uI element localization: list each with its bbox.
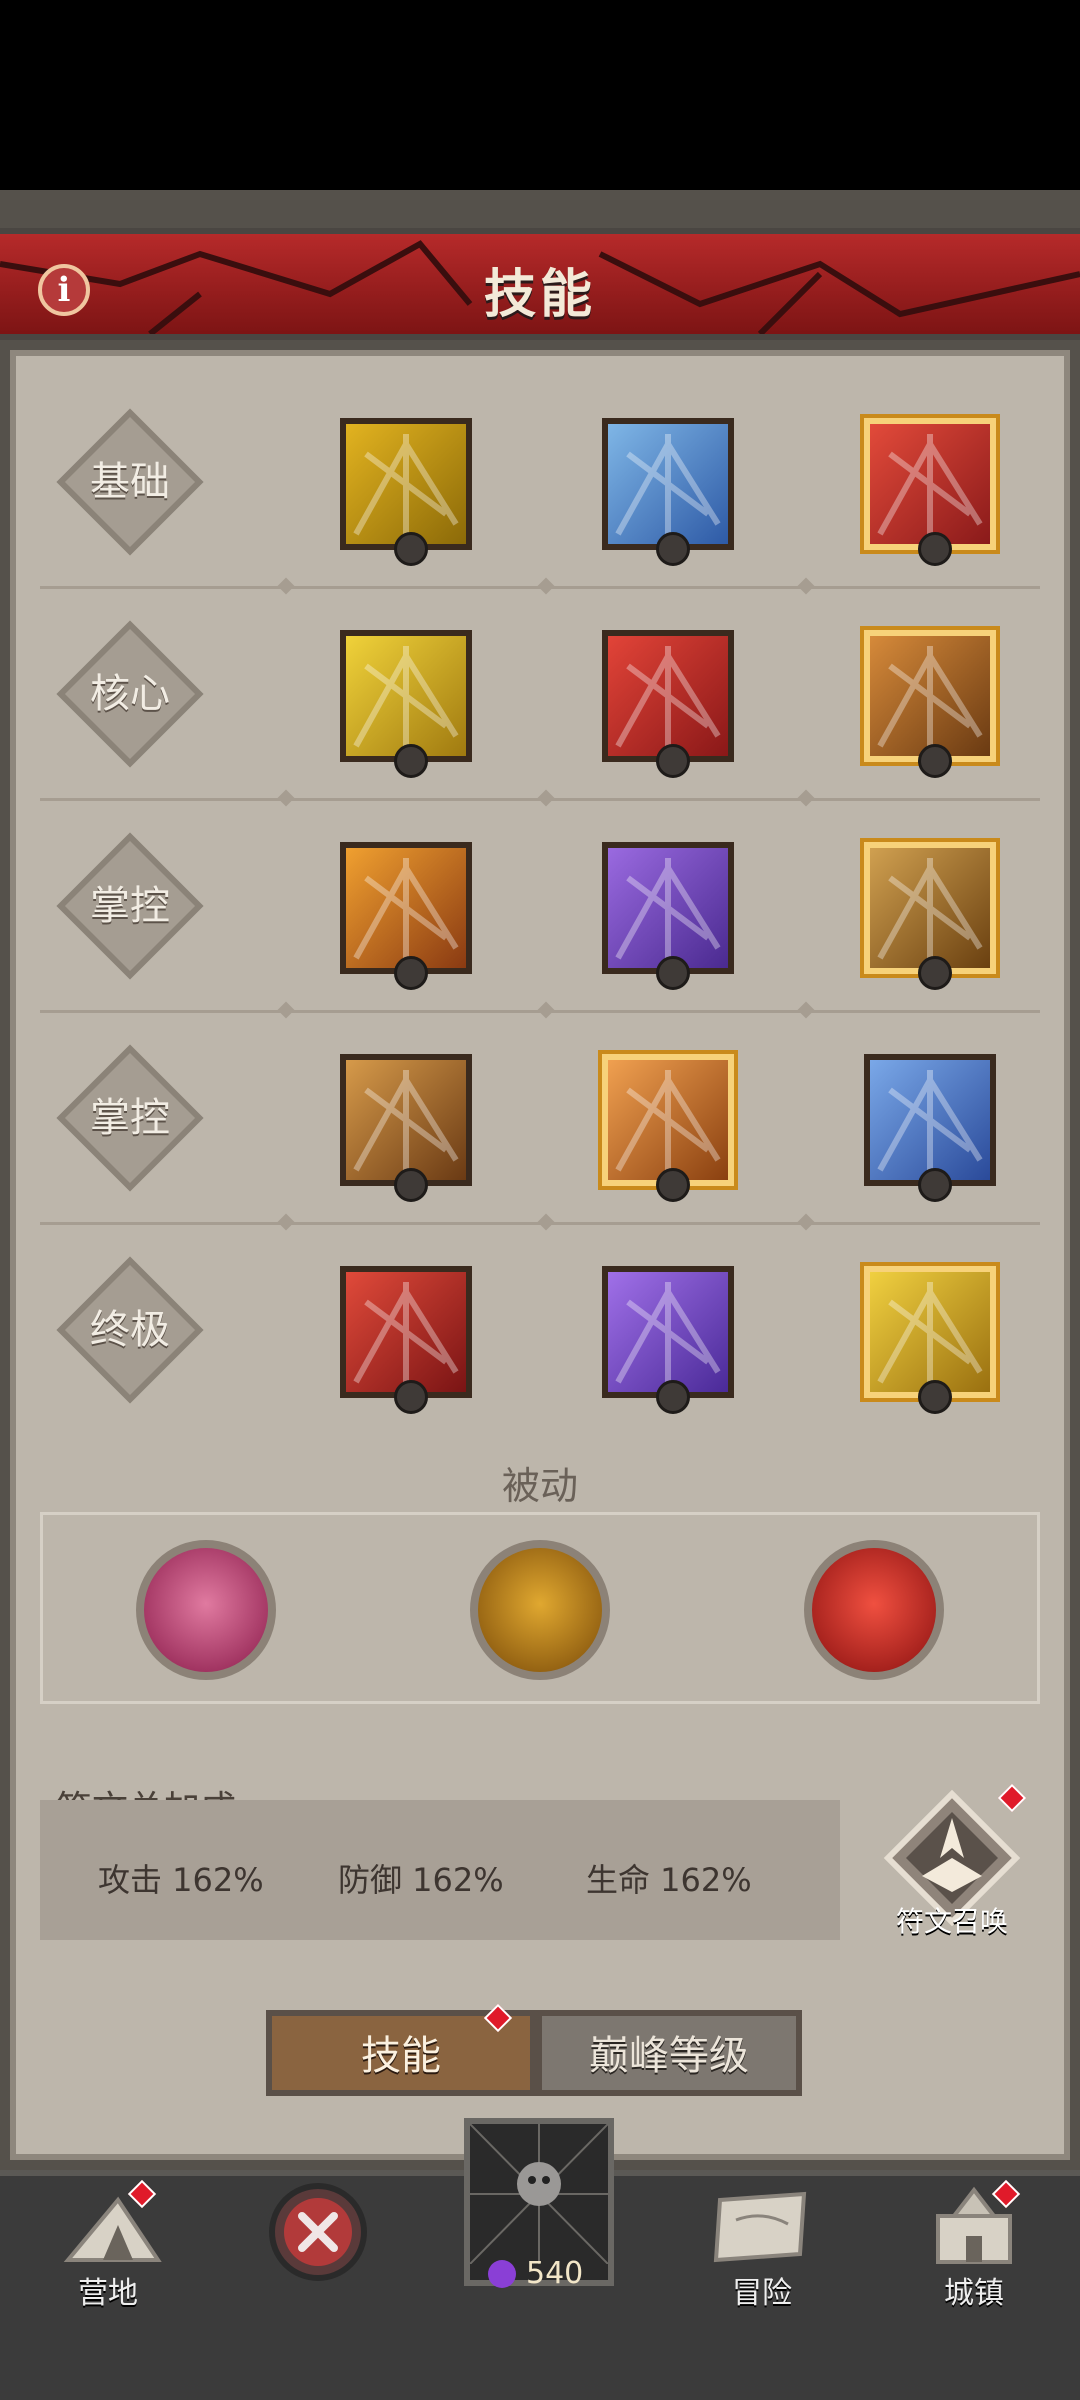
- rune-socket-icon: [394, 532, 428, 566]
- demon-icon: [608, 1272, 728, 1392]
- skill-slot[interactable]: [340, 630, 472, 778]
- row-label-text: 核心: [90, 671, 170, 717]
- earth-spike-icon: [870, 848, 990, 968]
- row-divider: [40, 1213, 1040, 1231]
- ground-slam-icon: [346, 1060, 466, 1180]
- nav-locked-button[interactable]: [258, 2182, 378, 2302]
- skill-slot[interactable]: [340, 1054, 472, 1202]
- rune-summon-label: 符文召唤: [895, 1905, 1008, 1938]
- rune-socket-icon: [656, 1168, 690, 1202]
- skill-slot[interactable]: [864, 1266, 996, 1414]
- skill-slot[interactable]: [602, 418, 734, 566]
- rune-socket-icon: [656, 532, 690, 566]
- blood-claw-icon: [346, 1272, 466, 1392]
- skill-slot[interactable]: [864, 1054, 996, 1202]
- passive-skill-fire-skull-icon[interactable]: [804, 1540, 944, 1680]
- rune-socket-icon: [918, 1380, 952, 1414]
- rune-socket-icon: [918, 956, 952, 990]
- nav-adventure[interactable]: 冒险: [702, 2180, 822, 2311]
- rune-socket-icon: [918, 744, 952, 778]
- war-cry-icon: [608, 1060, 728, 1180]
- nav-camp-label: 营地: [78, 2276, 138, 2311]
- row-label-text: 掌控: [90, 883, 170, 929]
- skill-slot[interactable]: [340, 842, 472, 990]
- totem-icon: [870, 636, 990, 756]
- row-label: 掌控: [56, 832, 204, 980]
- currency-amount: 540: [526, 2256, 584, 2291]
- row-label-text: 基础: [90, 459, 170, 505]
- row-label: 终极: [56, 1256, 204, 1404]
- passive-skill-horned-helmet-icon[interactable]: [470, 1540, 610, 1680]
- spider-emblem-icon: [469, 2123, 609, 2265]
- frost-shout-icon: [870, 1060, 990, 1180]
- berserk-icon: [870, 1272, 990, 1392]
- skill-slot[interactable]: [864, 842, 996, 990]
- skill-slot[interactable]: [340, 1266, 472, 1414]
- rune-socket-icon: [918, 1168, 952, 1202]
- row-divider: [40, 577, 1040, 595]
- rend-icon: [608, 636, 728, 756]
- rune-socket-icon: [656, 956, 690, 990]
- fireball-icon: [346, 848, 466, 968]
- row-label-text: 终极: [90, 1307, 170, 1353]
- row-divider: [40, 1001, 1040, 1019]
- row-label-text: 掌控: [90, 1095, 170, 1141]
- fire-hammer-icon: [870, 424, 990, 544]
- whirlwind-icon: [346, 636, 466, 756]
- row-label: 基础: [56, 408, 204, 556]
- row-divider: [40, 789, 1040, 807]
- skill-slot[interactable]: [864, 418, 996, 566]
- passive-title: 被动: [501, 1464, 578, 1508]
- nav-town[interactable]: 城镇: [914, 2180, 1034, 2311]
- rune-socket-icon: [394, 744, 428, 778]
- rune-socket-icon: [918, 532, 952, 566]
- map-scroll-icon: [713, 2191, 807, 2263]
- skill-slot[interactable]: [602, 842, 734, 990]
- passive-skill-bleeding-heart-icon[interactable]: [136, 1540, 276, 1680]
- rune-socket-icon: [656, 1380, 690, 1414]
- tab-paragon-level[interactable]: 巅峰等级: [536, 2010, 802, 2096]
- stat-defense: 防御 162%: [338, 1861, 504, 1899]
- row-label: 核心: [56, 620, 204, 768]
- skill-slot[interactable]: [602, 630, 734, 778]
- nav-town-label: 城镇: [944, 2276, 1004, 2311]
- skill-slot[interactable]: [864, 630, 996, 778]
- header-bar: i 技能: [0, 228, 1080, 340]
- page-title: 技能: [483, 265, 596, 325]
- shockwave-icon: [608, 848, 728, 968]
- skill-slot[interactable]: [602, 1054, 734, 1202]
- golden-axe-icon: [346, 424, 466, 544]
- rune-socket-icon: [394, 956, 428, 990]
- skill-slot[interactable]: [602, 1266, 734, 1414]
- close-icon: [269, 2183, 367, 2281]
- row-label: 掌控: [56, 1044, 204, 1192]
- soul-gem-icon: [488, 2260, 516, 2288]
- skill-slot[interactable]: [340, 418, 472, 566]
- rune-socket-icon: [656, 744, 690, 778]
- stat-life: 生命 162%: [586, 1861, 752, 1899]
- stat-attack: 攻击 162%: [98, 1861, 264, 1899]
- nav-adventure-label: 冒险: [732, 2276, 792, 2311]
- rune-socket-icon: [394, 1380, 428, 1414]
- frost-axe-icon: [608, 424, 728, 544]
- rune-socket-icon: [394, 1168, 428, 1202]
